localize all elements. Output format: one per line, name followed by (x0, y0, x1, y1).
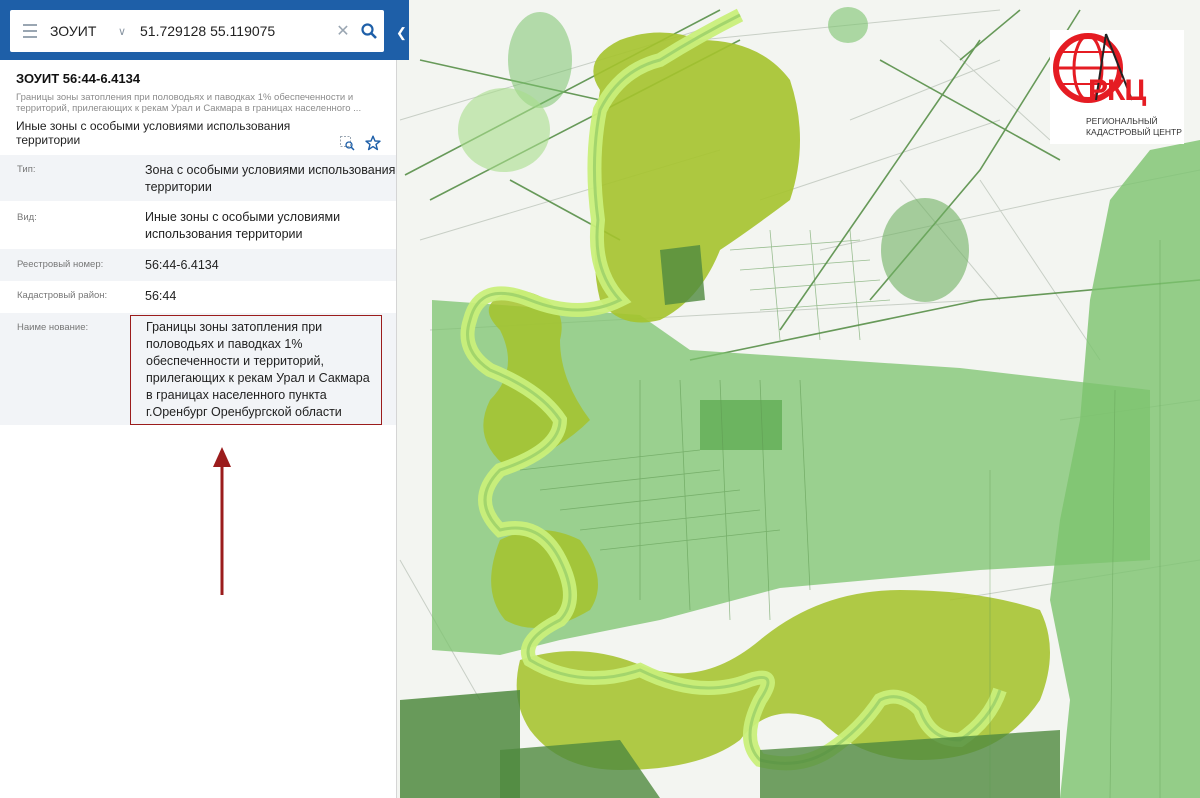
search-input[interactable]: 51.729128 55.119075 (134, 23, 332, 39)
annotation-arrow (213, 447, 231, 595)
property-row: Тип: Зона с особыми условиями использова… (0, 155, 396, 201)
object-type-select[interactable]: ЗОУИТ ∨ (50, 23, 134, 39)
highlighted-name-value: Границы зоны затопления при половодьях и… (130, 315, 382, 425)
close-icon[interactable]: ✕ (332, 21, 354, 41)
search-bar: ЗОУИТ ∨ 51.729128 55.119075 ✕ (0, 0, 409, 60)
property-row: Вид: Иные зоны с особыми условиями испол… (0, 201, 396, 249)
logo-line-1: РЕГИОНАЛЬНЫЙ (1086, 116, 1158, 126)
logo-abbreviation: РКЦ (1088, 74, 1146, 107)
chevron-left-icon[interactable]: ❮ (394, 20, 409, 46)
cadastral-district-link[interactable]: 56:44 (145, 281, 396, 313)
properties-table: Тип: Зона с особыми условиями использова… (0, 155, 396, 425)
object-title: ЗОУИТ 56:44-6.4134 (16, 71, 141, 86)
object-type-value: ЗОУИТ (50, 23, 97, 39)
zone-circle (828, 7, 868, 43)
zone-circle (458, 88, 550, 172)
property-row: Наиме нование: Границы зоны затопления п… (0, 313, 396, 425)
object-info-panel: ЗОУИТ ∨ 51.729128 55.119075 ✕ ❮ ЗОУИТ 56… (0, 0, 409, 798)
star-icon[interactable] (365, 135, 381, 156)
property-value: Иные зоны с особыми условиями использова… (145, 210, 341, 241)
magnifier-icon[interactable] (354, 23, 384, 39)
search-box: ЗОУИТ ∨ 51.729128 55.119075 ✕ (10, 10, 384, 52)
property-label: Кадастровый район: (17, 290, 108, 301)
zone-polygon (700, 400, 782, 450)
hamburger-menu-icon[interactable] (10, 10, 50, 52)
property-label: Вид: (17, 212, 37, 223)
chevron-down-icon: ∨ (117, 25, 126, 38)
property-label: Реестровый номер: (17, 259, 104, 270)
object-subtitle: Иные зоны с особыми условиями использова… (16, 119, 291, 147)
zoom-to-object-icon[interactable] (339, 135, 355, 156)
zone-circle (881, 198, 969, 302)
property-value: Зона с особыми условиями использования т… (145, 163, 396, 194)
rkc-logo: РКЦ РЕГИОНАЛЬНЫЙ КАДАСТРОВЫЙ ЦЕНТР (1050, 30, 1184, 144)
field-polygon (660, 245, 705, 305)
property-row: Кадастровый район: 56:44 (0, 281, 396, 313)
logo-line-2: КАДАСТРОВЫЙ ЦЕНТР (1086, 127, 1182, 137)
registry-number-link[interactable]: 56:44-6.4134 (145, 249, 396, 281)
property-label: Наиме нование: (17, 322, 89, 333)
object-description: Границы зоны затопления при половодьях и… (16, 92, 362, 114)
property-label: Тип: (17, 164, 36, 175)
object-actions (339, 135, 381, 156)
property-row: Реестровый номер: 56:44-6.4134 (0, 249, 396, 281)
